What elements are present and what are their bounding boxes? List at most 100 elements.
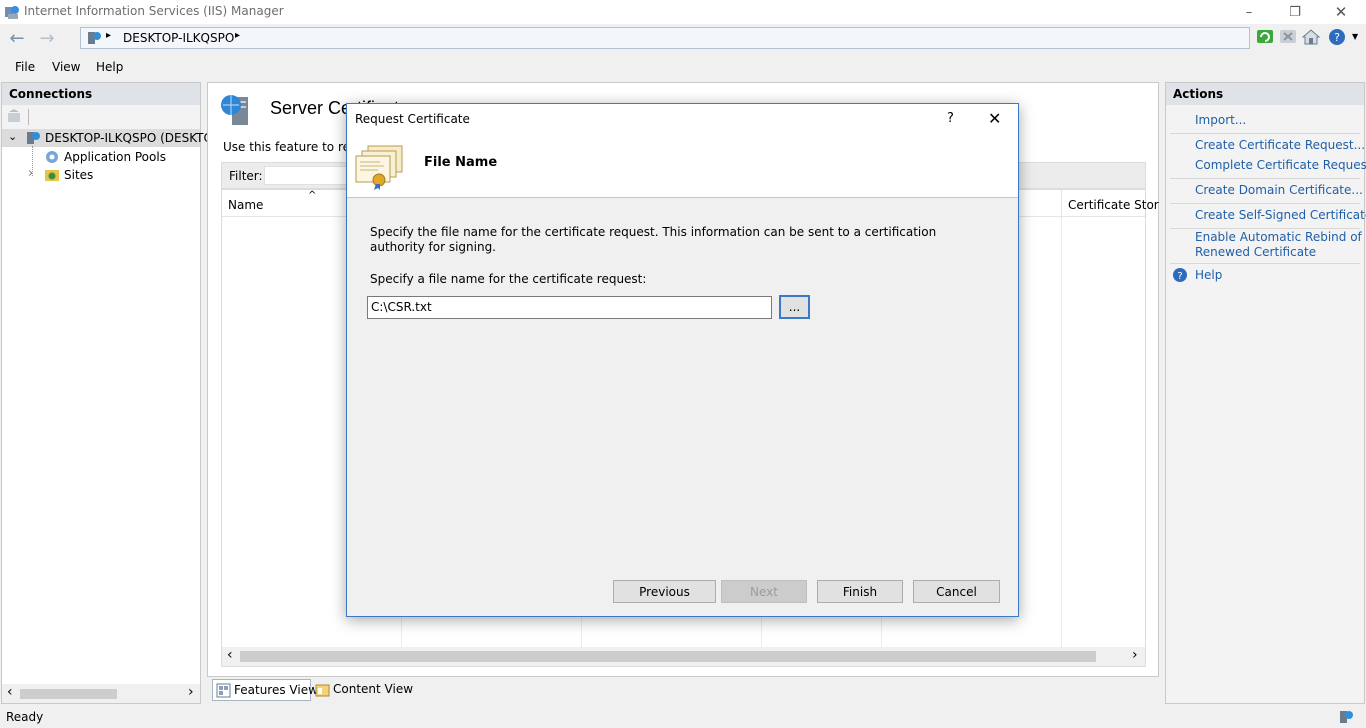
svg-text:?: ? [1177, 271, 1182, 282]
filter-input[interactable] [264, 166, 354, 185]
scroll-left-icon[interactable]: ‹ [7, 684, 13, 700]
server-icon [88, 32, 101, 44]
tree-item-application-pools[interactable]: Application Pools [2, 148, 200, 166]
address-bar[interactable]: ▸ DESKTOP-ILKQSPO ▸ [80, 27, 1250, 49]
action-import[interactable]: Import... [1195, 113, 1246, 127]
collapse-icon[interactable]: ⌄ [8, 130, 17, 143]
close-button[interactable]: ✕ [1318, 0, 1364, 24]
cancel-button[interactable]: Cancel [913, 580, 1000, 603]
help-dropdown-icon[interactable]: ▼ [1352, 32, 1358, 41]
next-label: Next [750, 584, 778, 599]
next-button[interactable]: Next [721, 580, 807, 603]
browse-button[interactable]: ... [779, 295, 810, 319]
breadcrumb-chevron-icon[interactable]: ▸ [235, 30, 240, 41]
breadcrumb-server[interactable]: DESKTOP-ILKQSPO [123, 31, 234, 45]
dialog-title: Request Certificate [355, 112, 470, 126]
file-name-value: C:\CSR.txt [371, 300, 432, 314]
connections-horizontal-scrollbar[interactable]: ‹ › [2, 684, 200, 703]
connect-icon[interactable] [6, 109, 22, 125]
sort-ascending-icon: ^ [308, 190, 317, 201]
iis-app-icon [5, 6, 19, 19]
page-description: Use this feature to requ [223, 140, 366, 154]
scrollbar-thumb[interactable] [20, 689, 117, 699]
browse-label: ... [788, 300, 801, 314]
minimize-button[interactable]: – [1226, 0, 1272, 24]
window-title: Internet Information Services (IIS) Mana… [24, 4, 284, 18]
finish-button[interactable]: Finish [817, 580, 903, 603]
certificate-icon [355, 145, 403, 190]
connections-header: Connections [2, 83, 200, 105]
list-horizontal-scrollbar[interactable]: ‹ › [222, 647, 1145, 666]
scroll-right-icon[interactable]: › [1132, 647, 1138, 663]
action-enable-automatic-rebind[interactable]: Enable Automatic Rebind of [1195, 230, 1362, 244]
close-icon: ✕ [1334, 3, 1348, 21]
scroll-left-icon[interactable]: ‹ [227, 647, 233, 663]
expand-icon[interactable]: › [28, 166, 33, 181]
tab-content-view[interactable]: Content View [313, 679, 413, 701]
back-button[interactable]: ← [3, 27, 31, 49]
server-node-icon [27, 132, 40, 144]
help-menu-icon[interactable]: ? [1328, 28, 1348, 46]
view-tabs: Features View Content View [207, 678, 1159, 702]
connections-pane: Connections ⌄ DESKTOP-ILKQSPO (DESKTOP A… [1, 82, 220, 704]
action-separator [1170, 263, 1360, 264]
column-name[interactable]: Name [228, 198, 263, 212]
filter-label: Filter: [229, 169, 263, 183]
actions-header: Actions [1166, 83, 1364, 105]
tree-item-sites[interactable]: › Sites [2, 166, 200, 184]
action-enable-automatic-rebind-line2[interactable]: Renewed Certificate [1195, 245, 1316, 259]
restore-icon: ❐ [1289, 4, 1301, 20]
action-create-self-signed-certificate[interactable]: Create Self-Signed Certificate... [1195, 208, 1366, 222]
column-divider [1061, 190, 1062, 217]
connections-toolbar [2, 105, 200, 129]
action-complete-certificate-request[interactable]: Complete Certificate Request... [1195, 158, 1366, 172]
tree-label-application-pools: Application Pools [64, 150, 166, 164]
tab-features-view[interactable]: Features View [212, 679, 318, 701]
status-bar: Ready [0, 706, 1366, 728]
menu-help[interactable]: Help [96, 60, 123, 74]
menu-view[interactable]: View [52, 60, 80, 74]
previous-button[interactable]: Previous [613, 580, 716, 603]
svg-text:?: ? [1334, 31, 1340, 44]
forward-arrow-icon: → [39, 27, 55, 49]
action-create-certificate-request[interactable]: Create Certificate Request... [1195, 138, 1365, 152]
tree-item-server[interactable]: ⌄ DESKTOP-ILKQSPO (DESKTOP [2, 129, 220, 147]
request-certificate-dialog: Request Certificate ? ✕ File Name Specif… [346, 103, 1019, 617]
home-icon[interactable] [1301, 28, 1321, 46]
scrollbar-thumb[interactable] [240, 651, 1096, 662]
dialog-instruction: Specify the file name for the certificat… [370, 225, 937, 254]
menu-file[interactable]: File [15, 60, 35, 74]
forward-button[interactable]: → [33, 27, 61, 49]
file-name-label: Specify a file name for the certificate … [370, 272, 647, 286]
finish-label: Finish [842, 584, 878, 599]
action-separator [1170, 133, 1360, 134]
dialog-close-icon[interactable]: ✕ [988, 109, 1001, 128]
help-icon: ? [1173, 268, 1187, 282]
scroll-right-icon[interactable]: › [188, 684, 194, 700]
action-separator [1170, 203, 1360, 204]
cancel-label: Cancel [936, 584, 977, 599]
file-name-input[interactable]: C:\CSR.txt [367, 296, 772, 319]
action-help[interactable]: Help [1195, 268, 1222, 282]
restore-button[interactable]: ❐ [1272, 0, 1318, 24]
dialog-title-bar: Request Certificate ? ✕ [347, 104, 1018, 134]
application-pools-icon [46, 151, 58, 163]
action-separator [1170, 228, 1360, 229]
dialog-help-button[interactable]: ? [947, 111, 954, 126]
refresh-icon[interactable] [1256, 28, 1276, 46]
column-certificate-store[interactable]: Certificate Stor [1068, 198, 1159, 212]
action-create-domain-certificate[interactable]: Create Domain Certificate... [1195, 183, 1363, 197]
back-arrow-icon: ← [9, 27, 25, 49]
tree-label-sites: Sites [64, 168, 94, 182]
features-view-icon [216, 683, 231, 698]
content-view-icon [315, 684, 330, 697]
server-status-icon [1340, 711, 1353, 723]
minimize-icon: – [1245, 4, 1253, 20]
action-separator [1170, 178, 1360, 179]
tab-content-label: Content View [333, 682, 414, 696]
stop-icon[interactable] [1279, 28, 1299, 46]
breadcrumb-separator-icon[interactable]: ▸ [106, 30, 111, 41]
previous-label: Previous [639, 584, 690, 599]
dialog-header: File Name [347, 134, 1018, 198]
column-divider [1061, 217, 1062, 647]
